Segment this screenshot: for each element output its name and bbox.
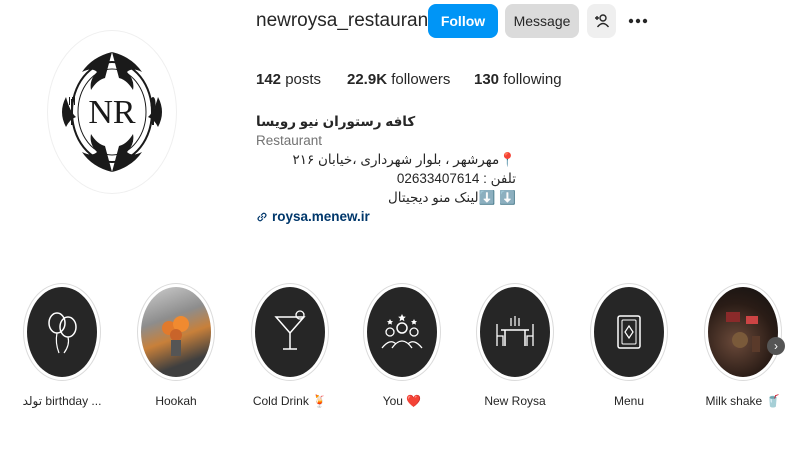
highlight-cover <box>594 287 664 377</box>
highlight-hookah[interactable]: Hookah <box>121 283 231 408</box>
phone-line: تلفن : 02633407614 <box>396 171 516 186</box>
add-person-icon <box>594 14 609 28</box>
highlight-label: تولد birthday ... <box>22 394 102 408</box>
highlight-new-roysa[interactable]: New Roysa <box>460 283 570 408</box>
highlight-cover <box>141 287 211 377</box>
username: newroysa_restaurant <box>256 10 434 31</box>
followers-label: followers <box>391 71 451 88</box>
story-highlights: تولد birthday ... Hookah Cold Drink 🍹 Yo… <box>0 283 800 413</box>
profile-avatar[interactable]: NR <box>47 30 177 194</box>
flowers-photo-icon <box>162 316 189 356</box>
restaurant-logo-icon: NR <box>62 52 162 172</box>
highlight-label: Milk shake 🥤 <box>705 394 781 408</box>
dining-table-icon <box>496 316 534 346</box>
following-count: 130 <box>474 71 500 88</box>
highlight-cover <box>27 287 97 377</box>
highlight-you[interactable]: You ❤️ <box>347 283 457 408</box>
highlight-label: You ❤️ <box>382 394 422 408</box>
chevron-right-icon: › <box>774 339 778 353</box>
highlight-birthday[interactable]: تولد birthday ... <box>7 283 117 408</box>
highlight-cold-drink[interactable]: Cold Drink 🍹 <box>235 283 345 408</box>
posts-count: 142 <box>256 71 282 88</box>
category-label: Restaurant <box>256 133 323 148</box>
follow-button[interactable]: Follow <box>428 4 498 38</box>
following-label: following <box>503 71 562 88</box>
ellipsis-icon <box>628 18 648 24</box>
highlight-label: Menu <box>613 394 645 408</box>
display-name: کافه رستوران نیو رویسا <box>256 114 416 129</box>
message-button[interactable]: Message <box>505 4 579 38</box>
highlights-next-button[interactable]: › <box>767 337 785 355</box>
suggested-accounts-button[interactable] <box>587 4 616 38</box>
followers-stat[interactable]: 22.9K followers <box>347 71 450 88</box>
highlight-menu[interactable]: Menu <box>574 283 684 408</box>
logo-text: NR <box>88 94 136 131</box>
highlight-cover <box>367 287 437 377</box>
posts-stat[interactable]: 142 posts <box>256 71 321 88</box>
menu-card-icon <box>617 315 641 349</box>
address-line: 📍مهرشهر ، بلوار شهرداری ،خیابان ۲۱۶ <box>292 152 516 167</box>
more-options-button[interactable] <box>624 4 652 38</box>
menu-link-line: ⬇️ ⬇️لینک منو دیجیتال <box>387 190 516 205</box>
profile-bio: کافه رستوران نیو رویسا Restaurant 📍مهرشه… <box>256 112 516 226</box>
website-link[interactable]: roysa.menew.ir <box>256 207 516 226</box>
dessert-photo-icon <box>726 312 760 352</box>
following-stat[interactable]: 130 following <box>474 71 562 88</box>
highlight-label: Hookah <box>155 394 197 408</box>
followers-count: 22.9K <box>347 71 388 88</box>
highlight-cover <box>480 287 550 377</box>
highlight-label: New Roysa <box>484 394 546 408</box>
people-icon <box>381 314 423 349</box>
highlight-label: Cold Drink 🍹 <box>252 394 328 408</box>
link-icon <box>257 212 267 221</box>
highlight-cover <box>708 287 778 377</box>
highlight-cover <box>255 287 325 377</box>
posts-label: posts <box>285 71 322 88</box>
cocktail-icon <box>274 310 306 350</box>
website-text: roysa.menew.ir <box>272 209 370 224</box>
balloons-icon <box>48 312 77 354</box>
